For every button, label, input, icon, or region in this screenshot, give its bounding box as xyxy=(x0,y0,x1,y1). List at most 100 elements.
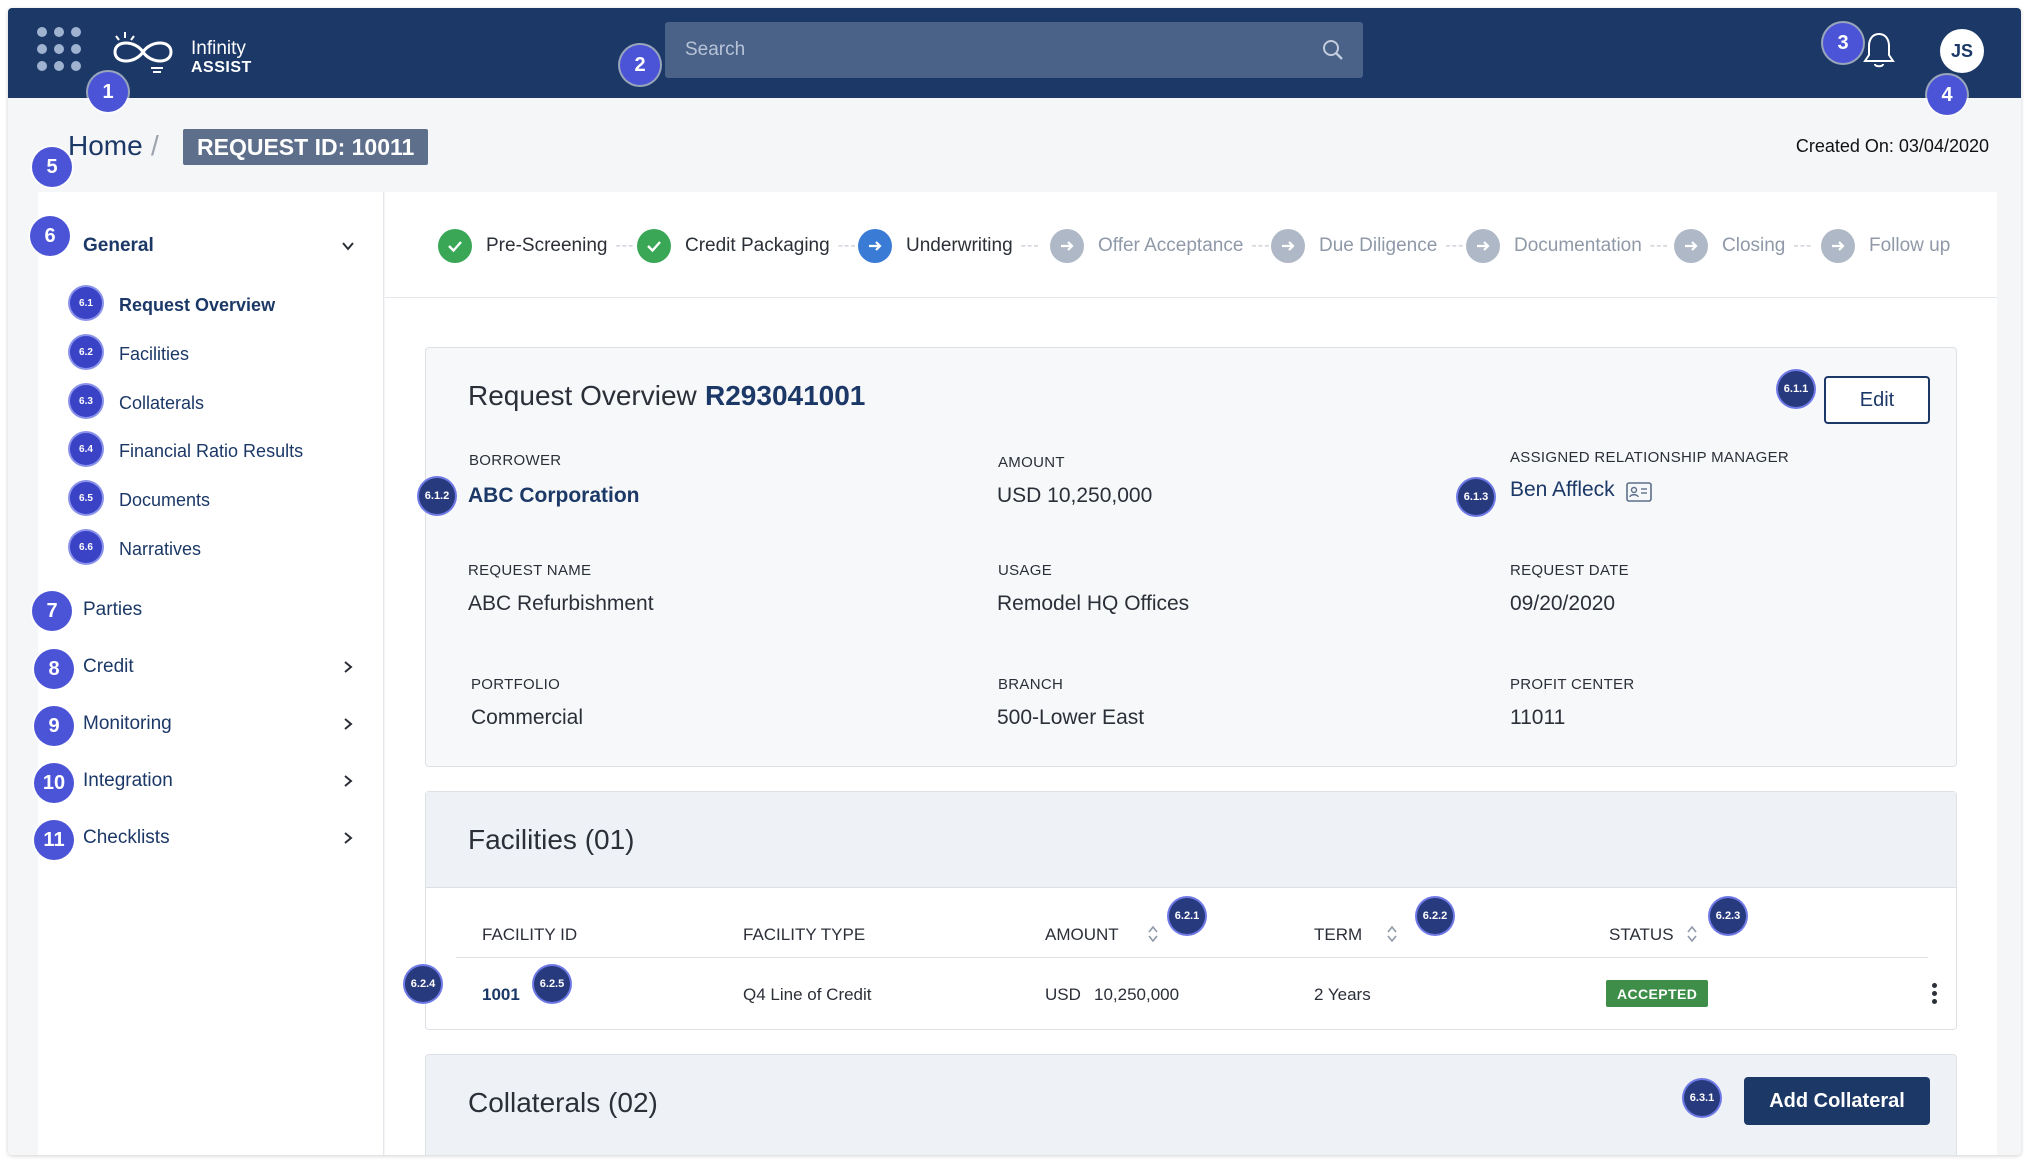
sort-icon[interactable] xyxy=(1686,924,1698,944)
step-label: Closing xyxy=(1722,235,1786,256)
profit-center-label: PROFIT CENTER xyxy=(1510,676,1635,693)
sidebar-subitem-collaterals[interactable]: Collaterals xyxy=(66,385,366,421)
bell-icon[interactable] xyxy=(1862,30,1896,70)
column-header-term[interactable]: TERM xyxy=(1314,925,1362,945)
sidebar-item-parties[interactable]: Parties xyxy=(38,590,384,630)
chevron-right-icon xyxy=(344,775,353,787)
logo-text-line2: ASSIST xyxy=(191,59,252,76)
amount-label: AMOUNT xyxy=(998,454,1065,471)
step-label: Offer Acceptance xyxy=(1098,235,1244,256)
arrow-right-icon xyxy=(858,229,892,263)
facility-type-cell: Q4 Line of Credit xyxy=(743,985,872,1004)
annotation-marker-4: 4 xyxy=(1927,75,1967,115)
annotation-marker-6-2-1: 6.2.1 xyxy=(1169,898,1205,934)
edit-button[interactable]: Edit xyxy=(1824,376,1930,424)
column-header-status[interactable]: STATUS xyxy=(1609,925,1674,945)
step-label: Due Diligence xyxy=(1319,235,1438,256)
annotation-marker-2: 2 xyxy=(620,45,660,85)
user-avatar[interactable]: JS xyxy=(1940,29,1984,73)
sidebar-item-label: Checklists xyxy=(83,827,170,848)
annotation-marker-6-4: 6.4 xyxy=(70,433,102,465)
annotation-marker-1: 1 xyxy=(88,72,128,112)
annotation-marker-6-1-3: 6.1.3 xyxy=(1458,479,1494,515)
relationship-manager-link[interactable]: Ben Affleck xyxy=(1510,478,1615,502)
contact-card-icon[interactable] xyxy=(1626,481,1652,503)
sidebar-item-monitoring[interactable]: Monitoring xyxy=(38,704,384,744)
sidebar-item-label: Monitoring xyxy=(83,713,172,734)
sidebar-item-integration[interactable]: Integration xyxy=(38,761,384,801)
sidebar-item-label: Credit xyxy=(83,656,134,677)
search-bar xyxy=(665,22,1363,78)
step-label: Underwriting xyxy=(906,235,1013,256)
annotation-marker-6-3: 6.3 xyxy=(70,385,102,417)
more-options-icon[interactable] xyxy=(1924,980,1944,1010)
progress-stepper: Pre-Screening --- Credit Packaging --- U… xyxy=(385,192,1997,298)
branch-label: BRANCH xyxy=(998,676,1064,693)
step-follow-up[interactable]: Follow up xyxy=(1821,229,1950,263)
annotation-marker-6-6: 6.6 xyxy=(70,531,102,563)
search-input[interactable] xyxy=(665,22,1363,78)
sort-icon[interactable] xyxy=(1147,924,1159,944)
card-title: Request Overview xyxy=(468,380,697,411)
step-credit-packaging[interactable]: Credit Packaging --- xyxy=(637,229,857,263)
annotation-marker-6-2-4: 6.2.4 xyxy=(405,966,441,1002)
logo-text-line1: Infinity xyxy=(191,38,246,59)
breadcrumb-separator: / xyxy=(151,130,159,161)
annotation-marker-6-1: 6.1 xyxy=(70,287,102,319)
portfolio-value: Commercial xyxy=(471,706,584,729)
annotation-marker-10: 10 xyxy=(34,763,74,803)
step-closing[interactable]: Closing --- xyxy=(1674,229,1812,263)
step-offer-acceptance[interactable]: Offer Acceptance --- xyxy=(1050,229,1270,263)
annotation-marker-6-3-1: 6.3.1 xyxy=(1684,1080,1720,1116)
breadcrumb-home[interactable]: Home xyxy=(68,130,143,162)
step-due-diligence[interactable]: Due Diligence --- xyxy=(1271,229,1464,263)
annotation-marker-9: 9 xyxy=(34,706,74,746)
annotation-marker-8: 8 xyxy=(34,649,74,689)
step-underwriting[interactable]: Underwriting --- xyxy=(858,229,1040,263)
apps-grid-icon[interactable] xyxy=(37,27,81,71)
sidebar-item-label: General xyxy=(83,235,154,256)
arrow-right-icon xyxy=(1674,229,1708,263)
sidebar-subitem-financial-ratio-results[interactable]: Financial Ratio Results xyxy=(66,433,366,469)
step-pre-screening[interactable]: Pre-Screening --- xyxy=(438,229,634,263)
add-collateral-button[interactable]: Add Collateral xyxy=(1744,1077,1930,1125)
step-connector: --- xyxy=(1649,237,1669,254)
top-bar: Infinity ASSIST JS xyxy=(8,8,2021,98)
annotation-marker-11: 11 xyxy=(34,820,74,860)
branch-value: 500-Lower East xyxy=(997,706,1145,729)
sort-icon[interactable] xyxy=(1386,924,1398,944)
sidebar-item-checklists[interactable]: Checklists xyxy=(38,818,384,858)
borrower-link[interactable]: ABC Corporation xyxy=(468,484,640,508)
infinity-logo-icon xyxy=(113,32,173,73)
column-header-facility-id: FACILITY ID xyxy=(482,925,578,944)
sidebar-subitem-label: Collaterals xyxy=(119,393,205,413)
sidebar-subitem-request-overview[interactable]: Request Overview xyxy=(66,287,366,323)
sidebar-subitem-label: Financial Ratio Results xyxy=(119,441,304,461)
sidebar-item-credit[interactable]: Credit xyxy=(38,647,384,687)
column-header-amount[interactable]: AMOUNT xyxy=(1045,925,1119,945)
step-connector: --- xyxy=(1020,237,1040,254)
sidebar-subitem-facilities[interactable]: Facilities xyxy=(66,336,366,372)
step-connector: --- xyxy=(1251,237,1271,254)
facility-id-link[interactable]: 1001 xyxy=(482,985,520,1005)
search-icon[interactable] xyxy=(1321,38,1345,62)
sidebar-item-general[interactable]: General xyxy=(38,226,384,266)
check-icon xyxy=(637,229,671,263)
arrow-right-icon xyxy=(1821,229,1855,263)
sidebar-subitem-label: Narratives xyxy=(119,539,202,559)
annotation-marker-6-5: 6.5 xyxy=(70,482,102,514)
card-title: Collaterals (02) xyxy=(468,1087,658,1118)
step-documentation[interactable]: Documentation --- xyxy=(1466,229,1669,263)
status-badge: ACCEPTED xyxy=(1606,980,1709,1007)
card-title: Facilities (01) xyxy=(468,824,635,855)
request-code: R293041001 xyxy=(705,380,866,411)
step-label: Pre-Screening xyxy=(486,235,608,256)
sidebar-subitem-narratives[interactable]: Narratives xyxy=(66,531,366,567)
facility-term-cell: 2 Years xyxy=(1314,985,1371,1004)
arrow-right-icon xyxy=(1050,229,1084,263)
sidebar-subitem-label: Documents xyxy=(119,490,211,510)
sidebar-item-label: Parties xyxy=(83,599,143,620)
app-logo[interactable]: Infinity ASSIST xyxy=(107,26,267,80)
sidebar-subitem-documents[interactable]: Documents xyxy=(66,482,366,518)
usage-label: USAGE xyxy=(998,562,1053,579)
